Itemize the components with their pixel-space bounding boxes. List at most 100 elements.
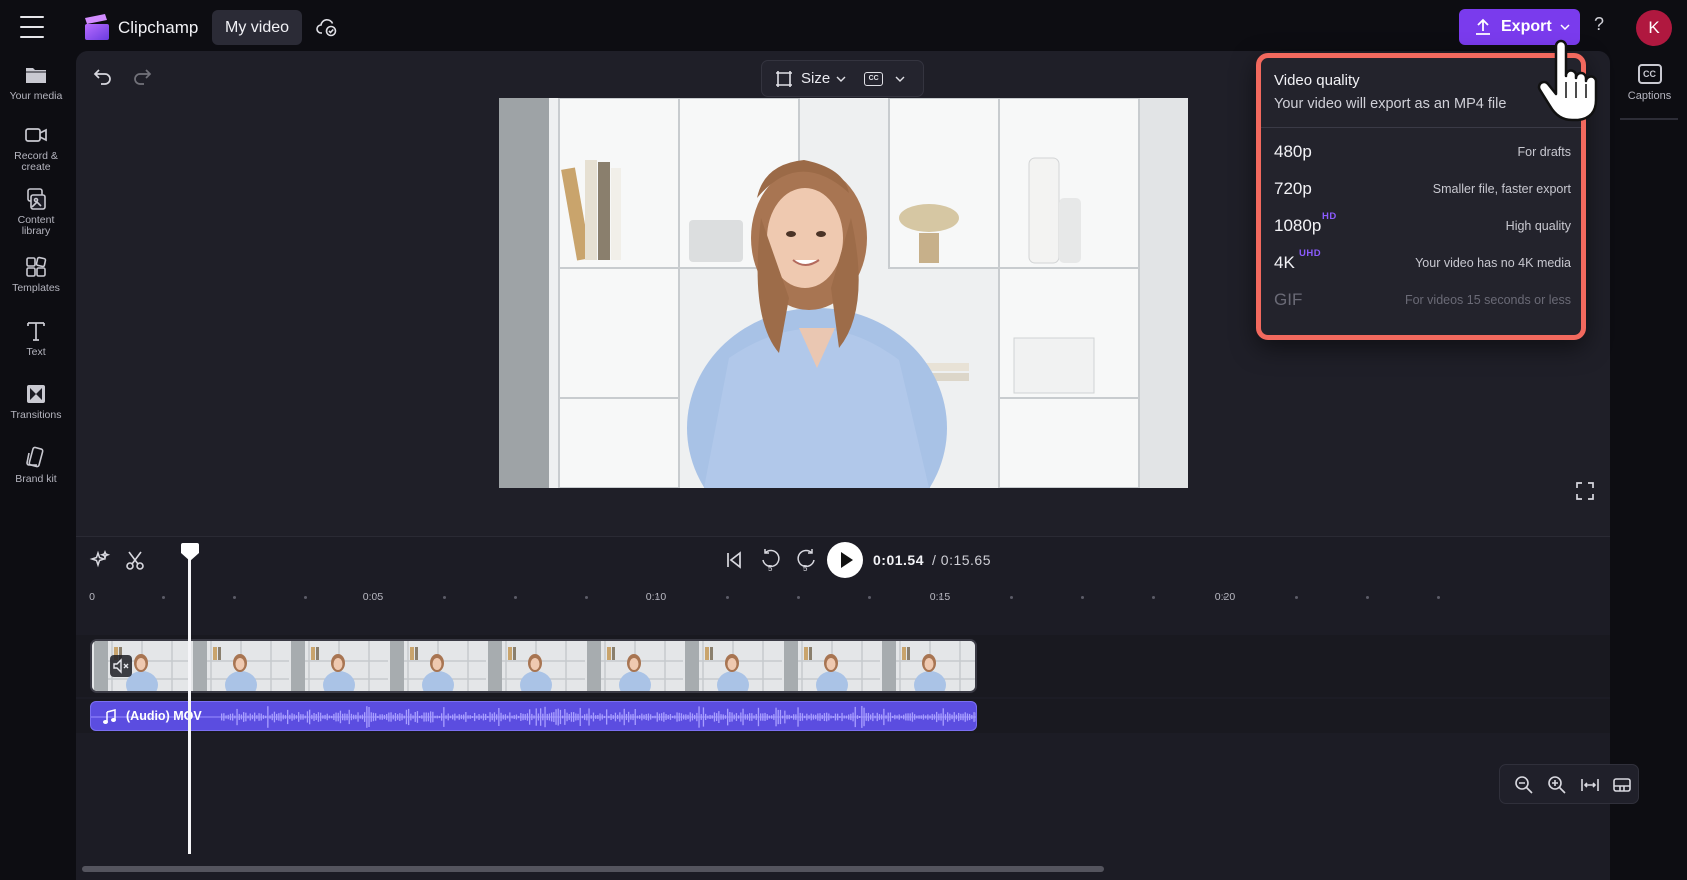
skip-to-start-icon[interactable] xyxy=(723,549,745,571)
preview-toolbar: Size CC xyxy=(761,60,924,97)
ruler-tick xyxy=(443,596,446,599)
folder-icon xyxy=(26,68,46,83)
menu-title: Video quality xyxy=(1274,72,1360,89)
ruler-tick xyxy=(1295,596,1298,599)
sidebar-item-text[interactable]: Text xyxy=(0,318,72,358)
ruler-tick xyxy=(1223,596,1226,599)
transitions-icon xyxy=(27,385,45,403)
audio-waveform xyxy=(91,706,976,728)
filmstrip-frame xyxy=(683,641,782,691)
ruler-tick xyxy=(1081,596,1084,599)
ruler-tick xyxy=(726,596,729,599)
export-option-1080p[interactable]: 1080p HD High quality xyxy=(1261,207,1581,245)
playhead-handle[interactable] xyxy=(180,541,200,563)
total-time: / 0:15.65 xyxy=(932,552,991,568)
upload-icon xyxy=(1476,18,1490,35)
magic-sparkle-icon[interactable] xyxy=(89,549,111,571)
camera-icon xyxy=(25,128,47,142)
filmstrip-frame xyxy=(880,641,975,691)
export-option-4k[interactable]: 4K UHD Your video has no 4K media xyxy=(1261,244,1581,282)
captions-icon: CC xyxy=(1637,64,1662,84)
ruler-tick xyxy=(162,596,165,599)
zoom-in-icon[interactable] xyxy=(1546,774,1568,796)
top-bar: Clipchamp My video Export ? K xyxy=(0,0,1687,54)
ruler-tick xyxy=(797,596,800,599)
filmstrip-frame xyxy=(387,641,487,691)
fit-to-width-icon[interactable] xyxy=(1579,774,1601,796)
divider xyxy=(76,536,1610,537)
menu-icon[interactable] xyxy=(20,16,44,38)
divider xyxy=(1261,127,1581,128)
divider xyxy=(1620,118,1678,120)
app-name: Clipchamp xyxy=(118,18,199,37)
export-option-480p[interactable]: 480p For drafts xyxy=(1261,133,1581,171)
filmstrip-frame xyxy=(190,641,290,691)
sidebar-item-record-create[interactable]: Record & create xyxy=(0,122,72,173)
video-preview[interactable] xyxy=(499,98,1188,488)
play-button[interactable] xyxy=(827,542,863,578)
video-clip[interactable] xyxy=(90,639,977,693)
playhead[interactable] xyxy=(188,548,191,854)
resize-icon xyxy=(776,70,792,87)
uhd-badge: UHD xyxy=(1299,248,1322,259)
svg-text:5: 5 xyxy=(803,564,808,573)
sidebar-item-content-library[interactable]: Content library xyxy=(0,186,72,237)
ruler-label: 0:05 xyxy=(362,591,384,603)
cloud-sync-icon[interactable] xyxy=(315,15,339,39)
sidebar-item-brand-kit[interactable]: Brand kit xyxy=(0,445,72,485)
ruler-tick xyxy=(656,596,659,599)
chevron-down-icon xyxy=(895,76,905,82)
brand-kit-icon xyxy=(26,446,44,468)
sidebar-item-templates[interactable]: Templates xyxy=(0,254,72,294)
export-option-720p[interactable]: 720p Smaller file, faster export xyxy=(1261,170,1581,208)
sidebar-item-your-media[interactable]: Your media xyxy=(0,62,72,102)
avatar[interactable]: K xyxy=(1636,10,1672,46)
ruler-tick xyxy=(939,596,942,599)
filmstrip-frame xyxy=(289,641,388,691)
content-library-icon xyxy=(27,188,46,210)
cc-icon: CC xyxy=(864,71,884,86)
text-icon xyxy=(27,322,45,341)
video-frame-image xyxy=(499,98,1188,488)
filmstrip-frame xyxy=(781,641,881,691)
captions-label: Captions xyxy=(1627,90,1672,102)
filmstrip-frame xyxy=(584,641,684,691)
mute-icon[interactable] xyxy=(110,655,132,677)
size-button[interactable]: Size xyxy=(762,61,846,96)
ruler-tick xyxy=(1437,596,1440,599)
audio-clip[interactable]: (Audio) MOV xyxy=(90,701,977,731)
play-icon xyxy=(841,552,853,568)
ruler-tick xyxy=(514,596,517,599)
help-button[interactable]: ? xyxy=(1594,14,1604,35)
undo-icon[interactable] xyxy=(92,65,114,87)
rewind-5-icon[interactable]: 5 xyxy=(759,547,783,573)
filmstrip-frame xyxy=(486,641,585,691)
fullscreen-icon[interactable] xyxy=(1575,481,1595,501)
size-label: Size xyxy=(801,70,831,87)
current-time: 0:01.54 xyxy=(873,552,924,568)
clipchamp-logo xyxy=(85,14,109,40)
ruler-tick xyxy=(868,596,871,599)
captions-button[interactable]: CC Captions xyxy=(1612,64,1687,102)
horizontal-scrollbar[interactable] xyxy=(82,866,1104,872)
closed-captions-button[interactable]: CC xyxy=(864,61,905,96)
menu-subtitle: Your video will export as an MP4 file xyxy=(1274,96,1507,112)
ruler-tick xyxy=(1366,596,1369,599)
svg-text:5: 5 xyxy=(768,564,773,573)
forward-5-icon[interactable]: 5 xyxy=(794,547,818,573)
hd-badge: HD xyxy=(1322,211,1337,222)
hand-cursor-icon xyxy=(1537,39,1598,122)
ruler-tick xyxy=(233,596,236,599)
zoom-out-icon[interactable] xyxy=(1513,774,1535,796)
ruler-tick xyxy=(1010,596,1013,599)
timeline-view-icon[interactable] xyxy=(1611,774,1633,796)
sidebar-item-transitions[interactable]: Transitions xyxy=(0,381,72,421)
filmstrip-frame xyxy=(92,641,191,691)
chevron-down-icon xyxy=(836,76,846,82)
export-option-gif: GIF For videos 15 seconds or less xyxy=(1274,290,1571,309)
redo-icon[interactable] xyxy=(131,65,153,87)
scissors-icon[interactable] xyxy=(124,549,146,571)
project-title[interactable]: My video xyxy=(212,10,303,45)
ruler-label: 0 xyxy=(89,591,95,603)
chevron-down-icon xyxy=(1560,24,1570,30)
